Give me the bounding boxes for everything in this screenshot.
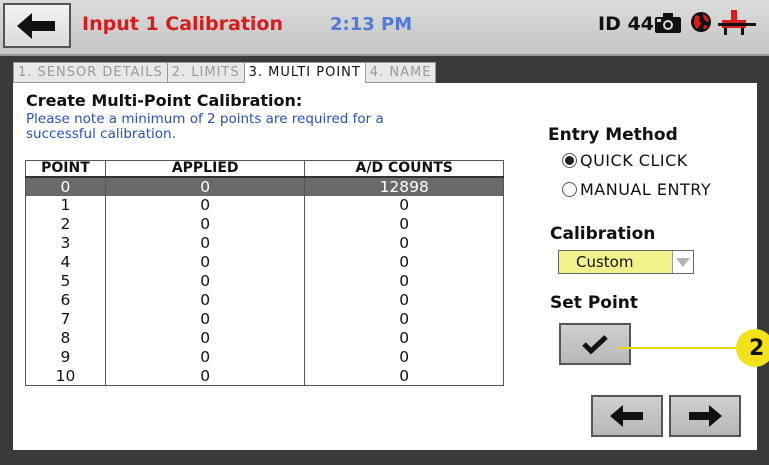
radio-manual-entry-label: MANUAL ENTRY xyxy=(580,180,712,199)
cell-point: 7 xyxy=(25,309,106,329)
cell-point: 6 xyxy=(25,290,106,310)
callout-badge: 2 xyxy=(736,329,769,367)
cell-ad-counts: 0 xyxy=(304,233,504,253)
radio-selected-icon[interactable] xyxy=(562,153,577,168)
clock: 2:13 PM xyxy=(330,14,413,35)
radio-unselected-icon[interactable] xyxy=(562,182,577,197)
cell-point: 4 xyxy=(25,252,106,272)
cell-point: 3 xyxy=(25,233,106,253)
cell-applied[interactable]: 0 xyxy=(104,214,306,234)
table-row[interactable]: 8 0 0 xyxy=(25,328,504,348)
cell-point: 9 xyxy=(25,347,106,367)
globe-icon[interactable] xyxy=(690,11,712,33)
cell-ad-counts: 0 xyxy=(304,214,504,234)
callout-line xyxy=(617,347,751,349)
calibration-label: Calibration xyxy=(550,224,656,244)
cell-ad-counts: 0 xyxy=(304,290,504,310)
header-bar: Input 1 Calibration 2:13 PM ID 44 xyxy=(0,0,769,56)
cell-applied[interactable]: 0 xyxy=(104,233,306,253)
multi-point-panel: Create Multi-Point Calibration: Please n… xyxy=(13,83,757,450)
table-row[interactable]: 1 0 0 xyxy=(25,195,504,215)
table-header-row: POINT APPLIED A/D COUNTS xyxy=(25,160,504,178)
sensor-icon[interactable] xyxy=(718,10,756,36)
arrow-right-icon xyxy=(689,405,722,427)
calibration-select[interactable]: Custom xyxy=(558,250,694,274)
cell-ad-counts: 0 xyxy=(304,347,504,367)
table-row[interactable]: 4 0 0 xyxy=(25,252,504,272)
table-row[interactable]: 5 0 0 xyxy=(25,271,504,291)
device-id: ID 44 xyxy=(598,13,654,35)
radio-manual-entry[interactable]: MANUAL ENTRY xyxy=(562,180,711,199)
panel-note-line-2: successful calibration. xyxy=(26,126,176,142)
cell-point: 10 xyxy=(25,366,106,386)
set-point-label: Set Point xyxy=(550,293,639,313)
tab-limits[interactable]: 2. LIMITS xyxy=(166,62,244,83)
previous-button[interactable] xyxy=(591,395,663,437)
checkmark-icon xyxy=(582,335,608,354)
cell-applied[interactable]: 0 xyxy=(104,176,306,196)
next-button[interactable] xyxy=(669,395,741,437)
tab-sensor-details[interactable]: 1. SENSOR DETAILS xyxy=(13,62,167,83)
back-button[interactable] xyxy=(3,3,71,48)
panel-heading: Create Multi-Point Calibration: xyxy=(26,91,303,110)
camera-icon[interactable] xyxy=(655,13,681,33)
device-frame: Input 1 Calibration 2:13 PM ID 44 1. SEN… xyxy=(0,0,769,465)
set-point-button[interactable] xyxy=(559,323,631,365)
cell-point: 2 xyxy=(25,214,106,234)
arrow-left-icon xyxy=(610,405,643,427)
table-row[interactable]: 0 0 12898 xyxy=(25,176,504,196)
table-row[interactable]: 3 0 0 xyxy=(25,233,504,253)
radio-quick-click[interactable]: QUICK CLICK xyxy=(562,151,688,170)
cell-ad-counts: 0 xyxy=(304,252,504,272)
cell-point: 0 xyxy=(25,176,106,196)
cell-applied[interactable]: 0 xyxy=(104,347,306,367)
calibration-table: POINT APPLIED A/D COUNTS 0 0 12898 1 0 0… xyxy=(25,160,504,386)
table-row[interactable]: 6 0 0 xyxy=(25,290,504,310)
column-header-ad-counts: A/D COUNTS xyxy=(304,160,504,178)
panel-note-line-1: Please note a minimum of 2 points are re… xyxy=(26,111,384,127)
dropdown-arrow[interactable] xyxy=(672,251,693,273)
column-header-point: POINT xyxy=(25,160,106,178)
tab-multi-point[interactable]: 3. MULTI POINT xyxy=(243,62,365,84)
entry-method-label: Entry Method xyxy=(548,125,678,145)
column-header-applied: APPLIED xyxy=(104,160,306,178)
calibration-select-value[interactable]: Custom xyxy=(559,251,672,273)
cell-applied[interactable]: 0 xyxy=(104,309,306,329)
cell-ad-counts: 12898 xyxy=(304,176,504,196)
cell-applied[interactable]: 0 xyxy=(104,195,306,215)
table-row[interactable]: 9 0 0 xyxy=(25,347,504,367)
triangle-down-icon xyxy=(676,257,690,267)
cell-applied[interactable]: 0 xyxy=(104,252,306,272)
cell-point: 1 xyxy=(25,195,106,215)
panel-note: Please note a minimum of 2 points are re… xyxy=(26,112,506,142)
cell-ad-counts: 0 xyxy=(304,328,504,348)
cell-ad-counts: 0 xyxy=(304,271,504,291)
cell-point: 8 xyxy=(25,328,106,348)
cell-ad-counts: 0 xyxy=(304,309,504,329)
table-row[interactable]: 10 0 0 xyxy=(25,366,504,386)
arrow-left-icon xyxy=(17,12,55,39)
radio-quick-click-label: QUICK CLICK xyxy=(580,151,688,170)
tab-bar: 1. SENSOR DETAILS 2. LIMITS 3. MULTI POI… xyxy=(13,62,437,84)
page-title: Input 1 Calibration xyxy=(82,13,284,35)
cell-applied[interactable]: 0 xyxy=(104,366,306,386)
cell-applied[interactable]: 0 xyxy=(104,290,306,310)
table-row[interactable]: 7 0 0 xyxy=(25,309,504,329)
cell-applied[interactable]: 0 xyxy=(104,328,306,348)
cell-point: 5 xyxy=(25,271,106,291)
cell-applied[interactable]: 0 xyxy=(104,271,306,291)
table-row[interactable]: 2 0 0 xyxy=(25,214,504,234)
cell-ad-counts: 0 xyxy=(304,195,504,215)
tab-name[interactable]: 4. NAME xyxy=(364,62,437,83)
cell-ad-counts: 0 xyxy=(304,366,504,386)
